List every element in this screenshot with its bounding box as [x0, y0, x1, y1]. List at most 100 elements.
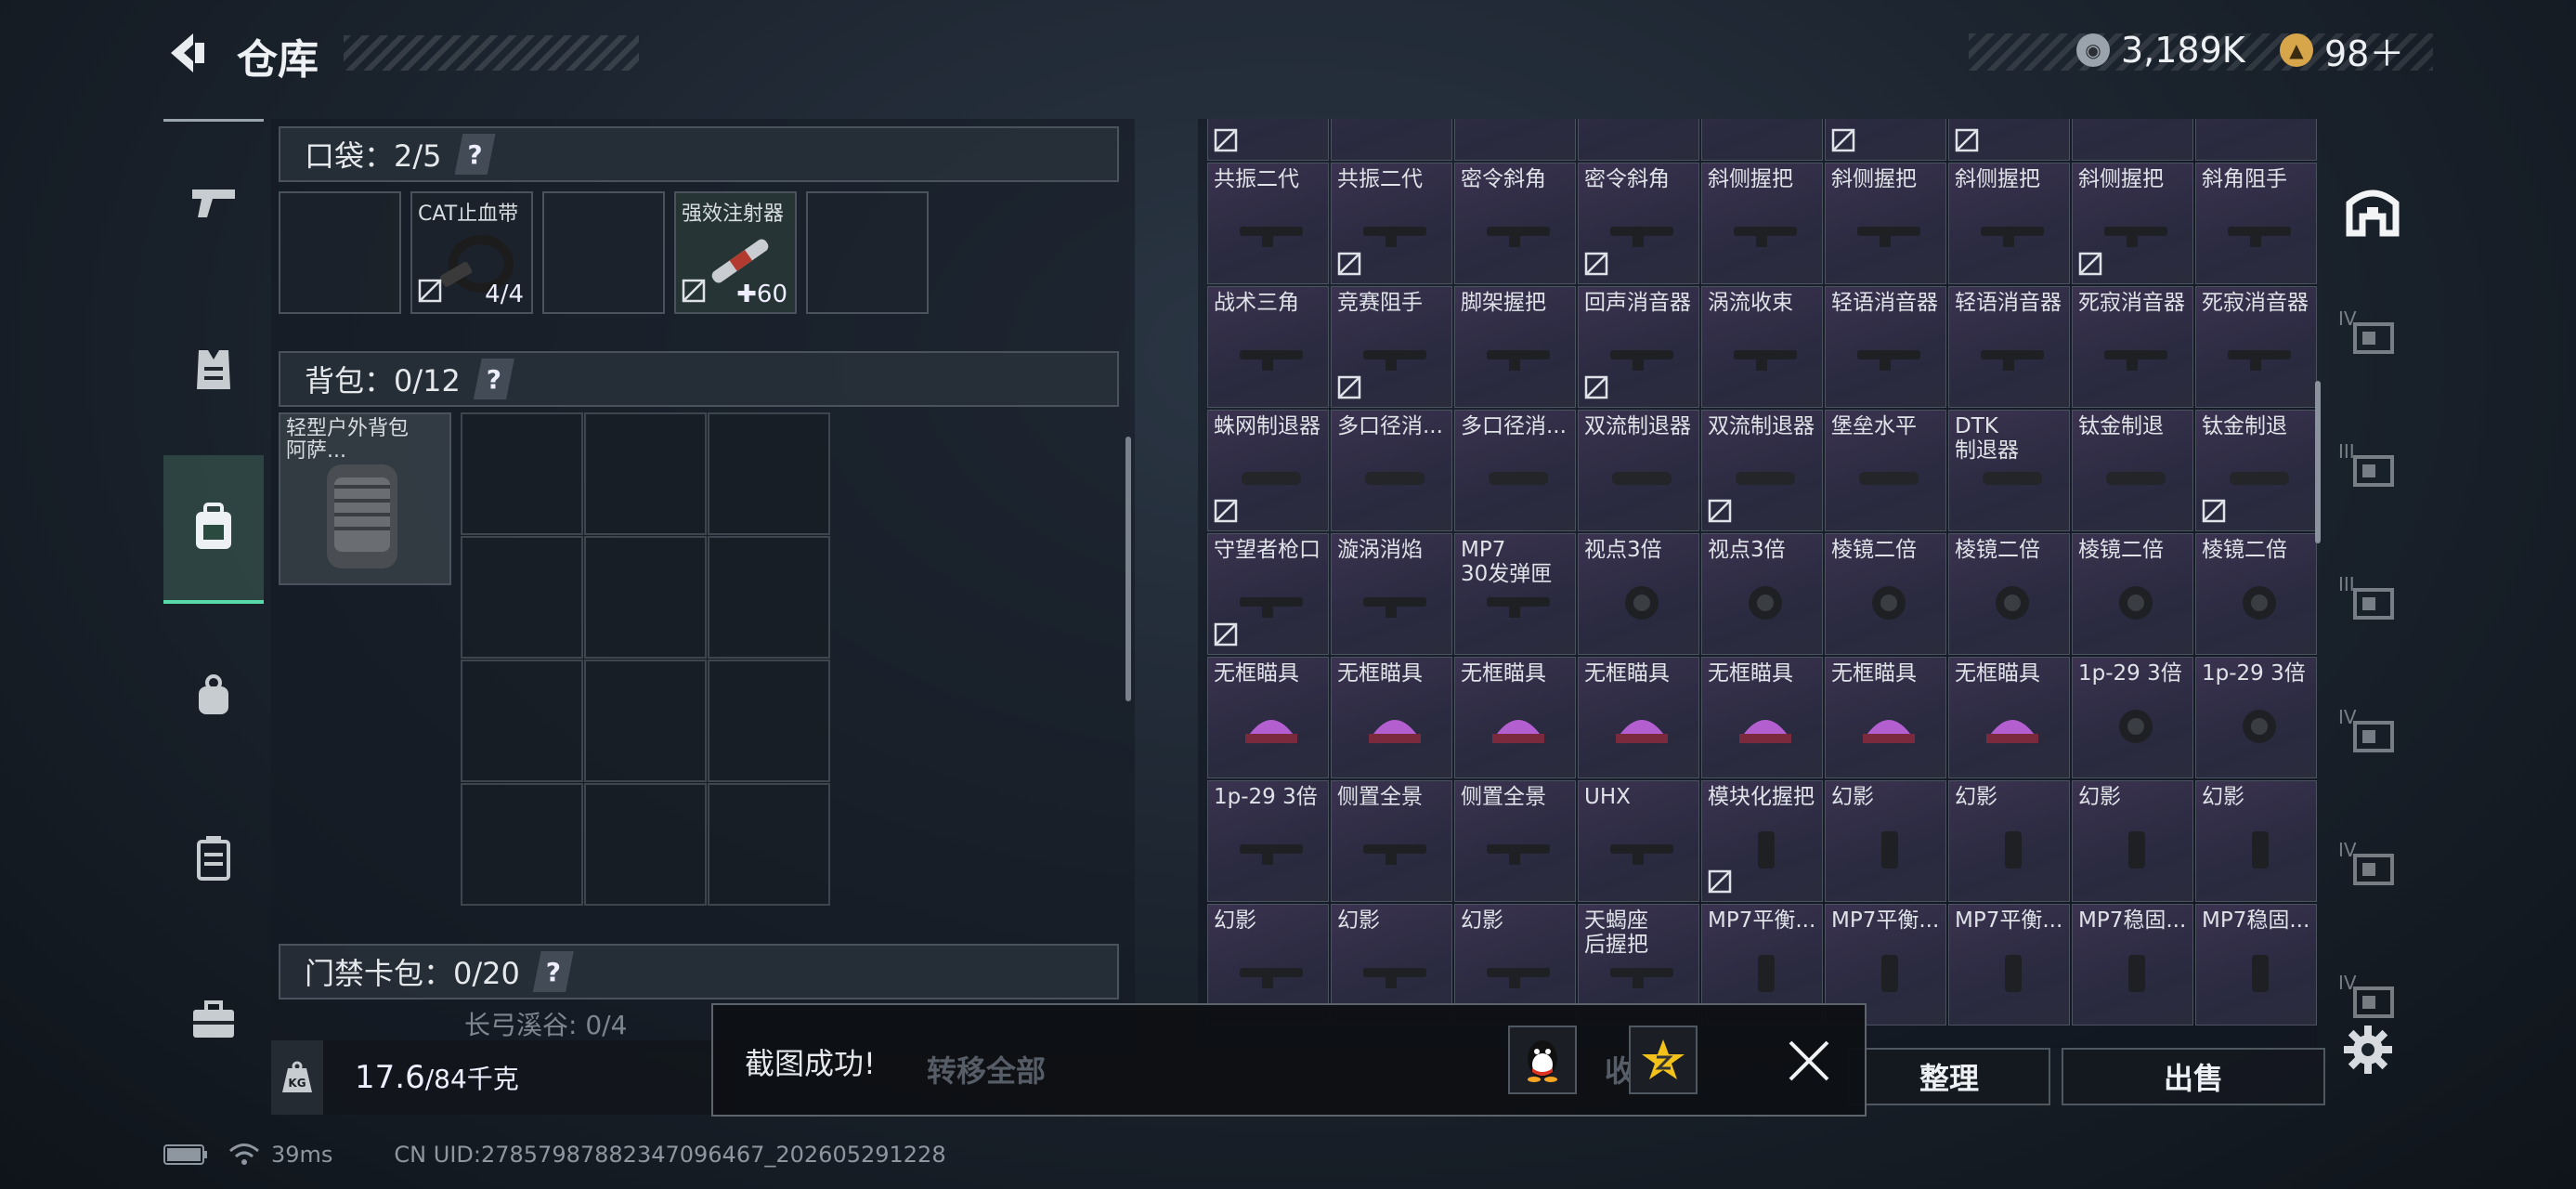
storage-item[interactable]: 斜侧握把 [1825, 163, 1946, 284]
storage-tab-tier[interactable]: IV [2331, 813, 2414, 922]
storage-item[interactable]: 多口径消... [1331, 410, 1452, 531]
storage-item[interactable]: 战术三角 [1207, 286, 1329, 408]
storage-item[interactable]: 死寂消音器 [2072, 286, 2193, 408]
storage-item[interactable]: 斜侧握把 [1701, 163, 1823, 284]
rail-case[interactable] [163, 783, 264, 932]
backpack-grid-cell[interactable] [708, 536, 830, 659]
left-scrollbar[interactable] [1125, 437, 1131, 701]
pocket-slot-5[interactable] [806, 191, 929, 314]
storage-item[interactable]: 无框瞄具 [1454, 657, 1576, 778]
sell-button[interactable]: 出售 [2062, 1048, 2325, 1105]
storage-item[interactable] [1948, 119, 2070, 161]
storage-item[interactable]: 轻语消音器 [1948, 286, 2070, 408]
backpack-grid-cell[interactable] [708, 412, 830, 535]
storage-item[interactable] [1454, 119, 1576, 161]
storage-item[interactable]: 轻语消音器 [1825, 286, 1946, 408]
backpack-grid-cell[interactable] [461, 660, 583, 782]
storage-tab-tier[interactable]: IV [2331, 680, 2414, 790]
storage-item[interactable]: 无框瞄具 [1578, 657, 1699, 778]
storage-item[interactable]: 无框瞄具 [1825, 657, 1946, 778]
storage-item[interactable]: 钛金制退 [2195, 410, 2317, 531]
toast-close-icon[interactable] [1781, 1033, 1837, 1089]
storage-item[interactable]: 双流制退器 [1578, 410, 1699, 531]
storage-item[interactable] [2195, 119, 2317, 161]
storage-item[interactable]: 棱镜二倍 [1825, 533, 1946, 655]
storage-item[interactable]: 多口径消... [1454, 410, 1576, 531]
backpack-grid-cell[interactable] [708, 660, 830, 782]
storage-item[interactable]: 密令斜角 [1454, 163, 1576, 284]
storage-item[interactable]: MP7稳固... [2072, 904, 2193, 1026]
storage-tab-tier[interactable]: III [2331, 547, 2414, 657]
storage-item[interactable]: 视点3倍 [1578, 533, 1699, 655]
transfer-all-button[interactable]: 转移全部 [927, 1048, 1046, 1091]
storage-item[interactable]: 幻影 [1825, 780, 1946, 902]
storage-item[interactable]: 无框瞄具 [1331, 657, 1452, 778]
backpack-grid-cell[interactable] [584, 412, 707, 535]
storage-item[interactable]: 钛金制退 [2072, 410, 2193, 531]
storage-item[interactable]: 死寂消音器 [2195, 286, 2317, 408]
storage-item[interactable]: 侧置全景 [1331, 780, 1452, 902]
pocket-slot-2[interactable]: CAT止血带 4/4 [410, 191, 533, 314]
storage-item[interactable]: 脚架握把 [1454, 286, 1576, 408]
share-qq-button[interactable] [1508, 1026, 1577, 1094]
storage-item[interactable]: 无框瞄具 [1948, 657, 2070, 778]
storage-item[interactable]: 1p-29 3倍 [1207, 780, 1329, 902]
back-button[interactable] [158, 22, 219, 84]
right-scrollbar[interactable] [2315, 381, 2321, 543]
storage-item[interactable] [1701, 119, 1823, 161]
storage-item[interactable]: 漩涡消焰 [1331, 533, 1452, 655]
storage-item[interactable]: 斜侧握把 [1948, 163, 2070, 284]
storage-tab-tier[interactable]: III [2331, 414, 2414, 524]
pocket-slot-4[interactable]: 强效注射器 ✚60 [674, 191, 797, 314]
storage-item[interactable]: 无框瞄具 [1701, 657, 1823, 778]
storage-item[interactable]: 幻影 [2195, 780, 2317, 902]
settings-gear-icon[interactable] [2340, 1022, 2396, 1078]
storage-item[interactable]: 1p-29 3倍 [2195, 657, 2317, 778]
storage-item[interactable] [1578, 119, 1699, 161]
storage-item[interactable]: 棱镜二倍 [1948, 533, 2070, 655]
storage-item[interactable]: 斜角阻手 [2195, 163, 2317, 284]
rail-toolbox[interactable] [163, 946, 264, 1094]
storage-item[interactable]: DTK 制退器 [1948, 410, 2070, 531]
storage-item[interactable]: 无框瞄具 [1207, 657, 1329, 778]
backpack-grid-cell[interactable] [584, 660, 707, 782]
pockets-help-button[interactable]: ? [454, 134, 496, 175]
backpack-grid-cell[interactable] [584, 783, 707, 906]
storage-item[interactable]: 共振二代 [1207, 163, 1329, 284]
storage-item[interactable]: 竞赛阻手 [1331, 286, 1452, 408]
storage-tab-all[interactable] [2331, 155, 2414, 265]
keycard-help-button[interactable]: ? [532, 951, 574, 992]
backpack-grid-cell[interactable] [461, 412, 583, 535]
storage-item[interactable]: 视点3倍 [1701, 533, 1823, 655]
storage-item[interactable]: 1p-29 3倍 [2072, 657, 2193, 778]
storage-item[interactable]: 幻影 [2072, 780, 2193, 902]
storage-item[interactable]: MP7平衡... [1948, 904, 2070, 1026]
storage-item[interactable]: 模块化握把 [1701, 780, 1823, 902]
backpack-grid-cell[interactable] [461, 536, 583, 659]
storage-item[interactable]: 双流制退器 [1701, 410, 1823, 531]
storage-item[interactable]: 涡流收束 [1701, 286, 1823, 408]
storage-item[interactable]: 棱镜二倍 [2195, 533, 2317, 655]
backpack-grid-cell[interactable] [461, 783, 583, 906]
storage-item[interactable] [1331, 119, 1452, 161]
backpack-grid-cell[interactable] [708, 783, 830, 906]
storage-item[interactable]: 蛛网制退器 [1207, 410, 1329, 531]
storage-item[interactable] [2072, 119, 2193, 161]
rail-weapons[interactable] [163, 128, 264, 277]
backpack-help-button[interactable]: ? [473, 359, 514, 399]
share-qzone-button[interactable] [1629, 1026, 1698, 1094]
backpack-grid-cell[interactable] [584, 536, 707, 659]
storage-item[interactable]: 斜侧握把 [2072, 163, 2193, 284]
sort-button[interactable]: 整理 [1848, 1048, 2050, 1105]
pocket-slot-3[interactable] [542, 191, 665, 314]
storage-item[interactable]: 回声消音器 [1578, 286, 1699, 408]
storage-item[interactable]: MP7稳固... [2195, 904, 2317, 1026]
rail-armor[interactable] [163, 295, 264, 444]
storage-item[interactable]: 密令斜角 [1578, 163, 1699, 284]
storage-item[interactable]: 堡垒水平 [1825, 410, 1946, 531]
storage-item[interactable]: 守望者枪口 [1207, 533, 1329, 655]
storage-item[interactable]: 共振二代 [1331, 163, 1452, 284]
storage-item[interactable] [1825, 119, 1946, 161]
backpack-equipped-slot[interactable]: 轻型户外背包 阿萨... [279, 412, 451, 585]
rail-gear[interactable] [163, 455, 264, 604]
